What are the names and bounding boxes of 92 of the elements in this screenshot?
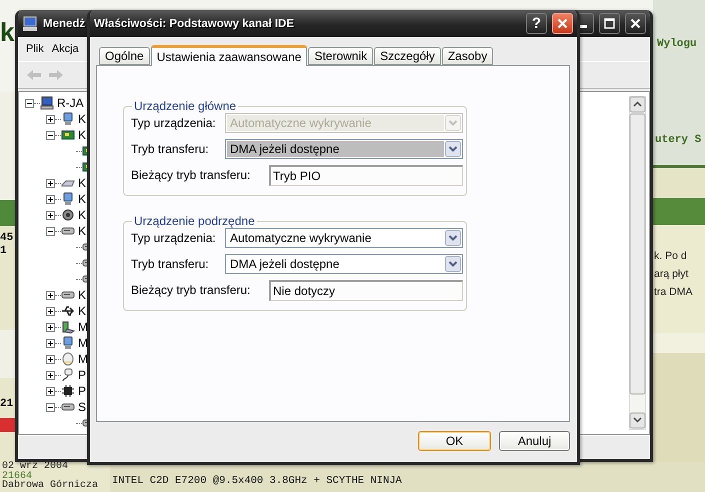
- tab[interactable]: Ogólne: [99, 47, 150, 65]
- site-logo[interactable]: k: [0, 18, 14, 46]
- nav-text: utery S: [655, 134, 702, 146]
- read-only-field: Tryb PIO: [269, 164, 463, 186]
- divider-line: [653, 165, 705, 168]
- tree-item[interactable]: S: [78, 400, 86, 414]
- tree-item[interactable]: K: [78, 224, 86, 238]
- expand-icon[interactable]: [46, 306, 55, 316]
- field-label: Bieżący tryb transferu:: [131, 168, 252, 182]
- close-button[interactable]: [625, 13, 646, 34]
- collapse-icon[interactable]: [46, 226, 55, 236]
- monitor-icon: [61, 336, 75, 350]
- signature-text: INTEL C2D E7200 @9.5x400 3.8GHz + SCYTHE NINJA: [112, 475, 402, 487]
- window-title: Menedż: [43, 18, 86, 30]
- usb-icon: [61, 304, 75, 318]
- menu-item[interactable]: Akcja: [52, 43, 79, 55]
- group-title: Urządzenie główne: [133, 99, 238, 113]
- nav-bar: [653, 198, 705, 225]
- cancel-button[interactable]: Anuluj: [499, 431, 570, 451]
- ok-button[interactable]: OK: [418, 431, 491, 451]
- tree-item[interactable]: K: [78, 192, 86, 206]
- post-number: 21: [0, 398, 14, 411]
- tree-item[interactable]: M: [78, 336, 88, 350]
- collapse-icon[interactable]: [46, 130, 55, 140]
- maximize-button[interactable]: [599, 13, 620, 34]
- post-text: arą płyt: [653, 267, 690, 282]
- logout-link[interactable]: Wylogu: [657, 38, 705, 50]
- tree-item[interactable]: K: [78, 128, 86, 142]
- banner-strip: [0, 418, 15, 432]
- post-number: 1: [0, 245, 8, 258]
- post-text: k. Po d: [653, 249, 688, 264]
- scrollbar[interactable]: [629, 96, 646, 430]
- post-text: tra DMA: [653, 285, 694, 300]
- field-label: Bieżący tryb transferu:: [131, 283, 252, 297]
- tab[interactable]: Sterownik: [308, 47, 374, 65]
- page-band: [653, 168, 705, 198]
- close-icon: [557, 18, 568, 29]
- tree-item[interactable]: K: [78, 176, 86, 190]
- chevron-down-icon: [445, 141, 461, 157]
- tree-item[interactable]: P: [78, 384, 86, 398]
- expand-icon[interactable]: [46, 290, 55, 300]
- expand-icon[interactable]: [46, 338, 55, 348]
- chevron-down-icon: [445, 230, 461, 246]
- tree-item[interactable]: M: [78, 320, 88, 334]
- help-button[interactable]: ?: [526, 13, 547, 34]
- dropdown[interactable]: DMA jeżeli dostępne: [225, 254, 463, 274]
- read-only-field: Nie dotyczy: [269, 280, 463, 300]
- tab[interactable]: Ustawienia zaawansowane: [150, 45, 308, 66]
- plug-icon: [61, 368, 75, 382]
- phone-icon: [61, 320, 75, 334]
- field-label: Typ urządzenia:: [131, 116, 217, 130]
- maximize-icon: [604, 18, 615, 29]
- circuit-board-icon: [61, 128, 75, 142]
- expand-icon[interactable]: [46, 210, 55, 220]
- post-number: 45: [0, 232, 14, 245]
- dropdown[interactable]: DMA jeżeli dostępne: [225, 139, 463, 159]
- field-label: Typ urządzenia:: [131, 231, 217, 245]
- tree-item[interactable]: K: [78, 304, 86, 318]
- expand-icon[interactable]: [46, 386, 55, 396]
- tree-item[interactable]: M: [78, 352, 88, 366]
- expand-icon[interactable]: [46, 354, 55, 364]
- tab[interactable]: Szczegóły: [374, 47, 441, 65]
- expand-icon[interactable]: [46, 194, 55, 204]
- chevron-down-icon: [445, 115, 461, 131]
- collapse-icon[interactable]: [46, 402, 55, 412]
- tree-item[interactable]: P: [78, 368, 86, 382]
- expand-icon[interactable]: [46, 114, 55, 124]
- dropdown[interactable]: Automatyczne wykrywanie: [225, 228, 463, 248]
- expand-icon[interactable]: [46, 370, 55, 380]
- monitor-icon: [61, 192, 75, 206]
- profile-text: Dabrowa Górnicza: [2, 481, 100, 491]
- chip-icon: [61, 384, 75, 398]
- field-label: Tryb transferu:: [131, 142, 210, 156]
- dialog-title: Właściwości: Podstawowy kanał IDE: [94, 18, 294, 30]
- field-label: Tryb transferu:: [131, 257, 210, 271]
- collapse-icon[interactable]: [25, 98, 34, 108]
- menu-item[interactable]: Plik: [26, 43, 44, 55]
- tree-item[interactable]: K: [78, 208, 86, 222]
- computer-icon: [22, 16, 38, 32]
- tree-item[interactable]: R-JA: [57, 96, 84, 110]
- monitor-icon: [61, 112, 75, 126]
- computer-icon: [40, 96, 54, 110]
- chevron-down-icon: [445, 256, 461, 272]
- mouse-icon: [61, 352, 75, 366]
- tree-item[interactable]: K: [78, 112, 86, 126]
- tree-item[interactable]: K: [78, 288, 86, 302]
- expand-icon[interactable]: [46, 178, 55, 188]
- group-title: Urządzenie podrzędne: [133, 214, 256, 228]
- nav-bar: [0, 200, 15, 226]
- expand-icon[interactable]: [46, 322, 55, 332]
- tab[interactable]: Zasoby: [442, 47, 494, 65]
- close-icon: [630, 18, 641, 29]
